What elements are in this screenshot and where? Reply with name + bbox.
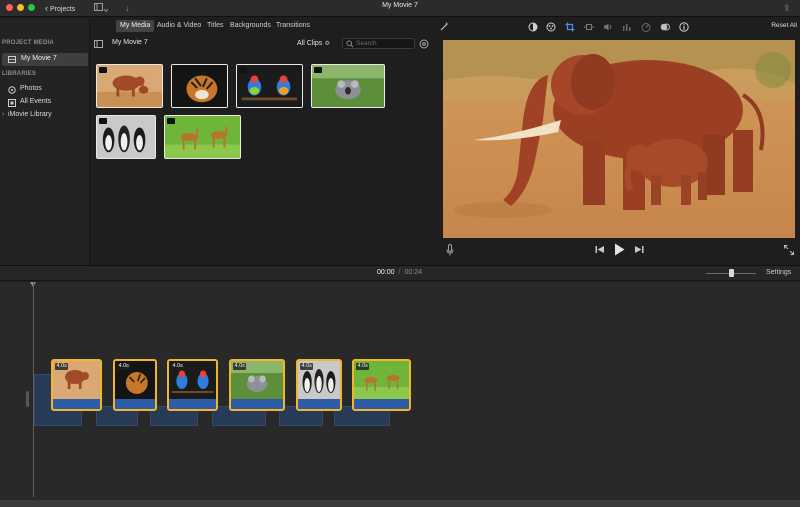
- clip-duration-badge: 4.0s: [356, 363, 370, 370]
- sidebar-item-my-movie[interactable]: My Movie 7: [2, 53, 88, 66]
- video-camera-icon: [239, 67, 247, 73]
- libraries-header: LIBRARIES: [2, 71, 37, 77]
- timeline-clip-parrots[interactable]: 4.0s: [167, 359, 218, 411]
- sidebar-item-label: All Events: [20, 98, 52, 105]
- crop-icon[interactable]: [565, 22, 575, 32]
- skip-forward-button[interactable]: [635, 245, 644, 254]
- zoom-slider-knob[interactable]: [728, 269, 734, 277]
- media-clip-penguins[interactable]: [96, 115, 156, 159]
- search-icon: [346, 40, 354, 48]
- sidebar-item-label: Photos: [20, 85, 42, 92]
- koala-thumbnail: [312, 65, 384, 107]
- play-button[interactable]: [614, 243, 625, 256]
- tab-backgrounds[interactable]: Backgrounds: [226, 20, 275, 32]
- clip-filter-dropdown[interactable]: All Clips ≎: [297, 39, 330, 47]
- playback-controls: [436, 240, 800, 262]
- timeline-header: 00:00/00:24 Settings: [0, 265, 800, 281]
- noise-reduction-icon[interactable]: [660, 22, 670, 32]
- video-camera-icon: [314, 67, 322, 73]
- total-time: 00:24: [404, 269, 423, 276]
- track-resize-handle[interactable]: [26, 391, 29, 407]
- viewer-toolbar: Reset All: [436, 18, 800, 37]
- info-icon[interactable]: [679, 22, 689, 32]
- tab-my-media[interactable]: My Media: [116, 20, 155, 32]
- clip-duration-badge: 4.0s: [171, 363, 185, 370]
- timeline-settings-button[interactable]: Settings: [766, 269, 791, 276]
- color-correction-icon[interactable]: [546, 22, 556, 32]
- color-balance-icon[interactable]: [528, 22, 538, 32]
- title-bar: ‹ Projects ↓ My Movie 7 ⇪: [0, 0, 800, 17]
- timeline-clip-antelope[interactable]: 4.0s: [352, 359, 411, 411]
- media-clip-antelope[interactable]: [164, 115, 241, 159]
- video-viewer[interactable]: [443, 40, 795, 238]
- window-title: My Movie 7: [382, 2, 418, 9]
- timeline-zoom-slider[interactable]: [706, 269, 756, 277]
- stabilization-icon[interactable]: [584, 22, 594, 32]
- project-media-header: PROJECT MEDIA: [2, 40, 54, 46]
- sidebar-item-label: iMovie Library: [8, 111, 52, 118]
- skip-back-button[interactable]: [595, 245, 604, 254]
- browser-settings-icon[interactable]: [419, 39, 429, 49]
- media-clip-tiger[interactable]: [171, 64, 228, 108]
- timeline[interactable]: 4.0s 4.0s 4.0s 4.0s 4.0s 4.0s: [0, 282, 800, 507]
- video-camera-icon: [167, 118, 175, 124]
- share-icon[interactable]: ⇪: [783, 2, 791, 14]
- timeline-clip-tiger[interactable]: 4.0s: [113, 359, 157, 411]
- timeline-clip-koala[interactable]: 4.0s: [229, 359, 285, 411]
- equalizer-icon[interactable]: [622, 22, 632, 32]
- reset-all-button[interactable]: Reset All: [771, 22, 797, 29]
- sidebar-item-label: My Movie 7: [21, 55, 57, 62]
- media-clip-parrots[interactable]: [236, 64, 303, 108]
- tab-audio-video[interactable]: Audio & Video: [153, 20, 205, 32]
- search-box[interactable]: [342, 38, 415, 49]
- media-clip-elephants[interactable]: [96, 64, 163, 108]
- time-separator: /: [398, 269, 401, 276]
- clip-duration-badge: 4.0s: [117, 363, 131, 370]
- video-camera-icon: [99, 67, 107, 73]
- events-icon: [8, 99, 16, 107]
- disclosure-arrow-icon[interactable]: ›: [2, 111, 4, 118]
- search-input[interactable]: [356, 39, 414, 48]
- media-clip-koala[interactable]: [311, 64, 385, 108]
- speed-icon[interactable]: [641, 22, 651, 32]
- microphone-icon[interactable]: [446, 244, 454, 256]
- video-camera-icon: [174, 67, 182, 73]
- clip-duration-badge: 4.0s: [55, 363, 69, 370]
- video-camera-icon: [99, 118, 107, 124]
- tab-titles[interactable]: Titles: [203, 20, 227, 32]
- current-time: 00:00: [377, 269, 395, 276]
- timeline-bottom-scrollbar[interactable]: [0, 500, 800, 507]
- sidebar-item-all-events[interactable]: All Events: [0, 97, 88, 109]
- clip-duration-badge: 4.0s: [300, 363, 314, 370]
- antelope-thumbnail: [165, 116, 240, 158]
- timecode-display: 00:00/00:24: [377, 269, 422, 276]
- film-icon: [8, 56, 16, 63]
- timeline-clip-elephants[interactable]: 4.0s: [51, 359, 102, 411]
- timeline-clip-penguins[interactable]: 4.0s: [296, 359, 342, 411]
- tab-transitions[interactable]: Transitions: [272, 20, 314, 32]
- photos-icon: [8, 86, 16, 94]
- magic-wand-icon[interactable]: [439, 22, 449, 32]
- clip-audio-bar: [298, 399, 340, 409]
- browser-title: My Movie 7: [112, 39, 148, 46]
- clip-audio-bar: [115, 399, 155, 409]
- sidebar-toggle-icon[interactable]: [94, 40, 103, 48]
- volume-icon[interactable]: [603, 22, 613, 32]
- sidebar-item-imovie-library[interactable]: › iMovie Library: [0, 110, 88, 122]
- clip-audio-bar: [231, 399, 283, 409]
- clip-audio-bar: [169, 399, 216, 409]
- elephants-preview-image: [443, 40, 795, 238]
- fullscreen-icon[interactable]: [784, 245, 794, 255]
- clip-audio-bar: [354, 399, 409, 409]
- clip-audio-bar: [53, 399, 100, 409]
- browser-toolbar: My Movie 7 All Clips ≎: [91, 36, 435, 52]
- sidebar-item-photos[interactable]: Photos: [0, 84, 88, 96]
- clip-duration-badge: 4.0s: [233, 363, 247, 370]
